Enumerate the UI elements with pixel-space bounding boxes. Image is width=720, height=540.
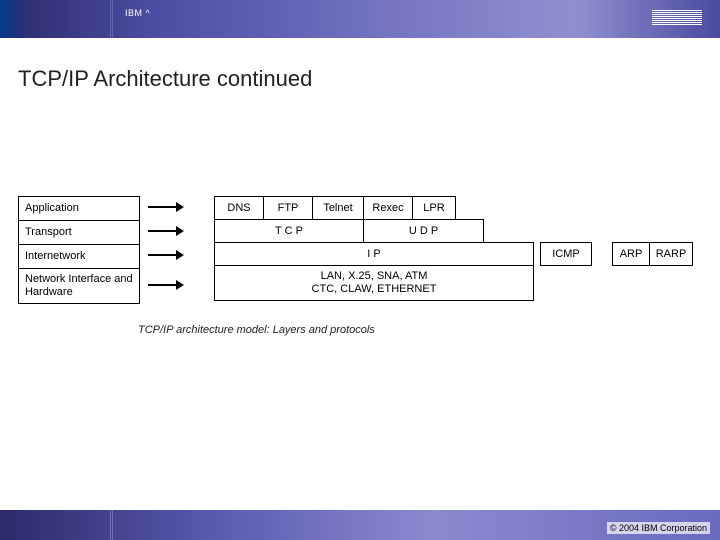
slide-footer: © 2004 IBM Corporation [0, 510, 720, 540]
proto-ip: I P [214, 242, 534, 266]
footer-rule [110, 510, 111, 540]
footer-rule [112, 510, 113, 540]
proto-rexec: Rexec [363, 196, 413, 220]
ibm-logo-icon [652, 10, 702, 25]
arrow-icon [148, 228, 188, 234]
diagram-caption: TCP/IP architecture model: Layers and pr… [138, 324, 375, 336]
proto-ftp: FTP [263, 196, 313, 220]
arrow-icon [148, 282, 188, 288]
header-rule [112, 0, 113, 38]
proto-dns: DNS [214, 196, 264, 220]
slide-header: IBM ^ [0, 0, 720, 38]
layer-transport: Transport [19, 221, 139, 245]
layer-internetwork: Internetwork [19, 245, 139, 269]
arrow-icon [148, 204, 188, 210]
copyright-text: © 2004 IBM Corporation [607, 522, 710, 534]
header-rule [110, 0, 111, 38]
proto-lpr: LPR [412, 196, 456, 220]
layer-labels-column: Application Transport Internetwork Netwo… [18, 196, 140, 304]
proto-icmp: ICMP [540, 242, 592, 266]
proto-telnet: Telnet [312, 196, 364, 220]
proto-rarp: RARP [649, 242, 693, 266]
proto-arp: ARP [612, 242, 650, 266]
page-title: TCP/IP Architecture continued [18, 66, 720, 92]
layer-network-interface: Network Interface and Hardware [19, 269, 139, 303]
proto-network-hw: LAN, X.25, SNA, ATM CTC, CLAW, ETHERNET [214, 265, 534, 301]
layer-application: Application [19, 197, 139, 221]
proto-udp: U D P [363, 219, 484, 243]
header-brand-label: IBM ^ [125, 8, 150, 18]
proto-tcp: T C P [214, 219, 364, 243]
arrow-icon [148, 252, 188, 258]
